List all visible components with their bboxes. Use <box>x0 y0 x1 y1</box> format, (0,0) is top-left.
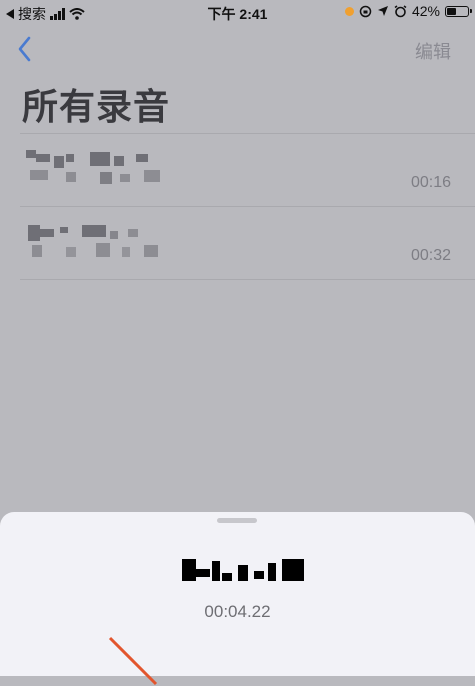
battery-percent: 42% <box>411 3 440 19</box>
list-item[interactable]: 00:32 <box>20 207 475 280</box>
navigation-bar: 编辑 <box>0 32 475 68</box>
recording-sheet: 00:04.22 <box>0 512 475 686</box>
recording-duration: 00:32 <box>410 247 451 264</box>
recording-indicator-icon <box>344 6 354 16</box>
alarm-icon <box>394 4 407 17</box>
back-chevron-icon[interactable] <box>12 34 40 64</box>
edit-button[interactable]: 编辑 <box>415 38 451 64</box>
sheet-grabber[interactable] <box>217 518 257 523</box>
location-icon <box>377 6 388 16</box>
recordings-list: 00:16 00:32 <box>20 133 475 280</box>
rotation-lock-icon <box>359 5 372 17</box>
recording-elapsed-time: 00:04.22 <box>204 602 271 621</box>
page-title: 所有录音 <box>22 86 171 127</box>
recording-duration: 00:16 <box>410 174 451 191</box>
new-recording-name-redacted <box>182 559 307 583</box>
recording-name-redacted <box>26 223 166 263</box>
status-bar: 搜索 下午 2:41 42% <box>0 0 475 24</box>
recording-name-redacted <box>26 150 166 190</box>
battery-icon <box>445 5 472 17</box>
list-item[interactable]: 00:16 <box>20 134 475 207</box>
playhead-line <box>108 636 158 686</box>
